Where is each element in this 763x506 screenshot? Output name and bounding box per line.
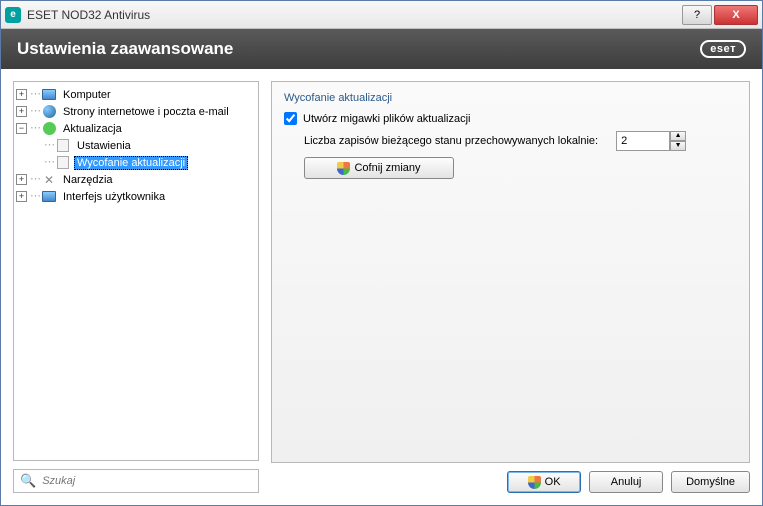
tree-label: Komputer — [60, 89, 114, 101]
snapshot-checkbox[interactable] — [284, 112, 297, 125]
tree-item-interfejs[interactable]: + ⋯ Interfejs użytkownika — [16, 188, 256, 205]
brand-logo: eseт — [700, 40, 746, 58]
snapshot-checkbox-label: Utwórz migawki plików aktualizacji — [303, 113, 471, 125]
tree-label: Strony internetowe i poczta e-mail — [60, 106, 232, 118]
default-button-label: Domyślne — [686, 476, 735, 488]
revert-button-label: Cofnij zmiany — [354, 162, 420, 174]
search-input[interactable] — [42, 475, 252, 487]
expand-icon[interactable]: + — [16, 191, 27, 202]
monitor-icon — [42, 89, 56, 100]
count-input[interactable] — [616, 131, 670, 151]
tree-item-wycofanie[interactable]: ⋯ Wycofanie aktualizacji — [16, 154, 256, 171]
shield-icon — [337, 162, 350, 175]
refresh-icon — [43, 122, 56, 135]
tree-label: Ustawienia — [74, 140, 134, 152]
tools-icon: ✕ — [41, 173, 57, 187]
page-icon — [57, 139, 69, 152]
tree-item-narzedzia[interactable]: + ⋯ ✕ Narzędzia — [16, 171, 256, 188]
tree-label-selected: Wycofanie aktualizacji — [74, 156, 188, 170]
tree-item-komputer[interactable]: + ⋯ Komputer — [16, 86, 256, 103]
page-icon — [57, 156, 69, 169]
globe-icon — [43, 105, 56, 118]
window-title: ESET NOD32 Antivirus — [27, 8, 682, 22]
tree-label: Interfejs użytkownika — [60, 191, 168, 203]
window: e ESET NOD32 Antivirus ? X Ustawienia za… — [0, 0, 763, 506]
shield-icon — [528, 476, 541, 489]
page-title: Ustawienia zaawansowane — [17, 39, 233, 59]
expand-icon[interactable]: + — [16, 89, 27, 100]
dialog-footer: OK Anuluj Domyślne — [271, 471, 750, 493]
count-row: Liczba zapisów bieżącego stanu przechowy… — [284, 131, 737, 151]
default-button[interactable]: Domyślne — [671, 471, 750, 493]
settings-panel: Wycofanie aktualizacji Utwórz migawki pl… — [271, 81, 750, 463]
header-bar: Ustawienia zaawansowane eseт — [1, 29, 762, 69]
tree-label: Aktualizacja — [60, 123, 125, 135]
collapse-icon[interactable]: − — [16, 123, 27, 134]
search-icon: 🔍 — [20, 473, 36, 489]
help-button[interactable]: ? — [682, 5, 712, 25]
spinner-down-button[interactable]: ▼ — [670, 141, 686, 151]
monitor-icon — [42, 191, 56, 202]
tree-item-aktualizacja[interactable]: − ⋯ Aktualizacja — [16, 120, 256, 137]
ok-button-label: OK — [545, 476, 561, 488]
snapshot-checkbox-row: Utwórz migawki plików aktualizacji — [284, 112, 737, 125]
spinner-up-button[interactable]: ▲ — [670, 131, 686, 141]
close-button[interactable]: X — [714, 5, 758, 25]
cancel-button[interactable]: Anuluj — [589, 471, 663, 493]
count-label: Liczba zapisów bieżącego stanu przechowy… — [304, 135, 598, 147]
tree-label: Narzędzia — [60, 174, 116, 186]
app-icon: e — [5, 7, 21, 23]
tree-item-strony[interactable]: + ⋯ Strony internetowe i poczta e-mail — [16, 103, 256, 120]
revert-button[interactable]: Cofnij zmiany — [304, 157, 454, 179]
tree-item-ustawienia[interactable]: ⋯ Ustawienia — [16, 137, 256, 154]
search-box[interactable]: 🔍 — [13, 469, 259, 493]
ok-button[interactable]: OK — [507, 471, 581, 493]
expand-icon[interactable]: + — [16, 106, 27, 117]
expand-icon[interactable]: + — [16, 174, 27, 185]
titlebar: e ESET NOD32 Antivirus ? X — [1, 1, 762, 29]
nav-tree[interactable]: + ⋯ Komputer + ⋯ Strony internetowe i po… — [13, 81, 259, 461]
cancel-button-label: Anuluj — [611, 476, 642, 488]
panel-title: Wycofanie aktualizacji — [284, 92, 737, 104]
